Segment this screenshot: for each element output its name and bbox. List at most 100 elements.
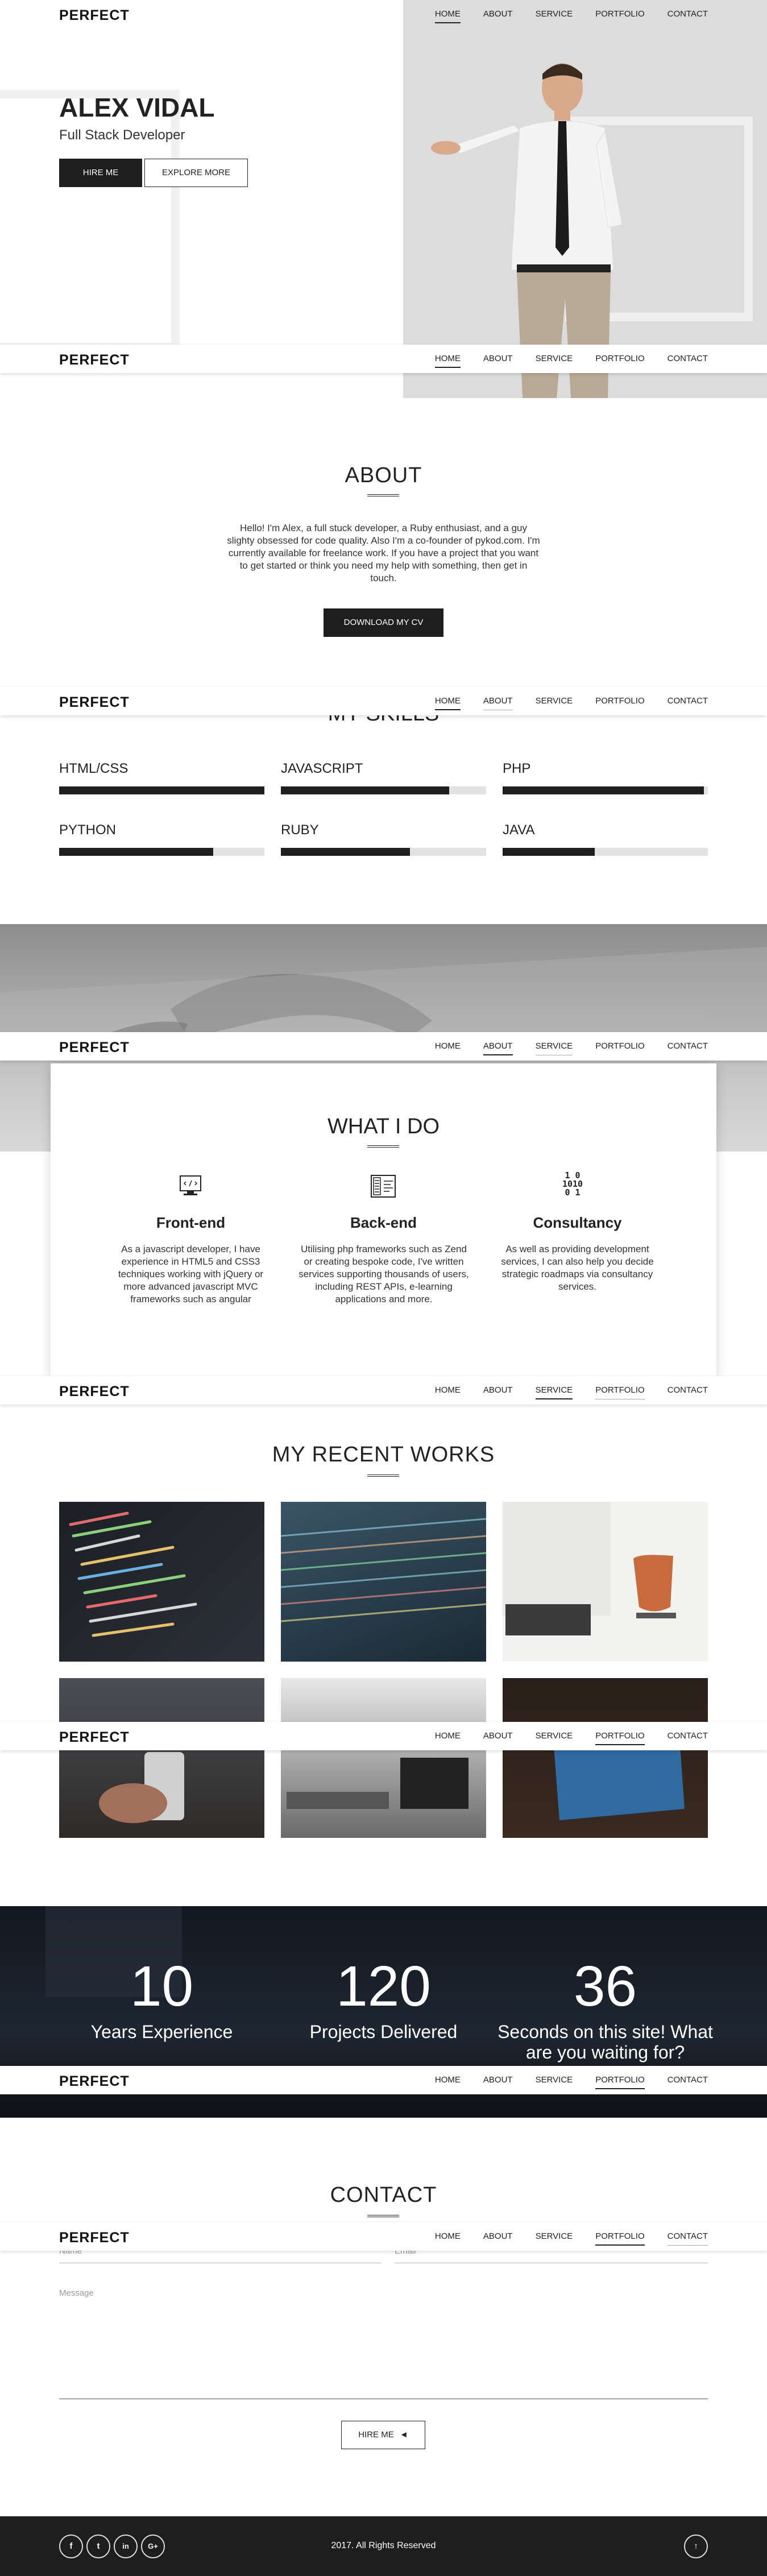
nav-service[interactable]: SERVICE [536, 696, 573, 710]
work-item-laptop-dark[interactable] [503, 1678, 708, 1838]
nav-contact[interactable]: CONTACT [668, 9, 708, 23]
contact-hire-label: HIRE ME [358, 2430, 394, 2440]
about-title: ABOUT [345, 463, 422, 487]
stat-projects-number: 120 [336, 1954, 431, 2018]
nav-portfolio[interactable]: PORTFOLIO [595, 1041, 644, 1055]
nav-home[interactable]: HOME [435, 2075, 461, 2089]
work-image [99, 1752, 184, 1823]
nav-links: HOME ABOUT SERVICE PORTFOLIO CONTACT [412, 1041, 708, 1055]
work-image [503, 1502, 676, 1635]
nav-about[interactable]: ABOUT [483, 1731, 513, 1745]
nav-service[interactable]: SERVICE [536, 2231, 573, 2246]
nav-about[interactable]: ABOUT [483, 2075, 513, 2089]
nav-contact[interactable]: CONTACT [668, 2075, 708, 2089]
skill-label: HTML/CSS [59, 761, 128, 776]
nav-portfolio[interactable]: PORTFOLIO [595, 354, 644, 368]
nav-home[interactable]: HOME [434, 354, 461, 368]
nav-contact[interactable]: CONTACT [668, 354, 708, 368]
logo[interactable]: PERFECT [59, 2230, 130, 2246]
service-text-backend: Utilising php frameworks such as Zend or… [298, 1244, 469, 1304]
nav-bar-sticky: PERFECT HOME ABOUT SERVICE PORTFOLIO CON… [0, 2066, 767, 2094]
nav-portfolio[interactable]: PORTFOLIO [595, 9, 644, 23]
skill-bar-fill [503, 786, 704, 794]
service-title-consultancy: Consultancy [533, 1214, 622, 1231]
work-item-desk-laptop[interactable] [281, 1678, 486, 1838]
stat-projects-label: Projects Delivered [309, 2022, 458, 2042]
nav-links: HOME ABOUT SERVICE PORTFOLIO CONTACT [412, 2231, 708, 2246]
nav-portfolio[interactable]: PORTFOLIO [595, 2231, 645, 2246]
explore-more-button[interactable]: EXPLORE MORE [144, 159, 248, 187]
stat-seconds-number: 36 [573, 1954, 637, 2018]
logo[interactable]: PERFECT [59, 2073, 130, 2090]
title-divider [367, 1145, 399, 1148]
nav-contact[interactable]: CONTACT [668, 1041, 708, 1055]
logo[interactable]: PERFECT [59, 694, 130, 711]
nav-home[interactable]: HOME [435, 1385, 461, 1399]
email-label: Email [395, 2251, 416, 2256]
email-field[interactable]: Email [395, 2251, 708, 2263]
logo[interactable]: PERFECT [59, 1729, 130, 1746]
nav-portfolio[interactable]: PORTFOLIO [595, 1731, 645, 1745]
nav-about[interactable]: ABOUT [483, 696, 513, 710]
nav-portfolio[interactable]: PORTFOLIO [595, 2075, 645, 2089]
send-icon: ◄ [399, 2430, 408, 2440]
skill-label: PYTHON [59, 822, 117, 838]
nav-links: HOME ABOUT SERVICE PORTFOLIO CONTACT [412, 1385, 708, 1399]
work-item-phone[interactable] [59, 1678, 264, 1838]
services-card: WHAT I DO Front-end As a javascript deve… [51, 1063, 716, 1376]
nav-links: HOME ABOUT SERVICE PORTFOLIO CONTACT [412, 9, 708, 23]
skill-bar-fill [503, 848, 595, 856]
nav-about[interactable]: ABOUT [483, 1041, 513, 1055]
scroll-top-icon[interactable]: ↑ [684, 2534, 708, 2558]
nav-home[interactable]: HOME [435, 2231, 461, 2246]
server-code-icon [371, 1175, 396, 1198]
nav-contact[interactable]: CONTACT [668, 1731, 708, 1745]
hero-role: Full Stack Developer [59, 127, 185, 143]
nav-home[interactable]: HOME [434, 696, 461, 710]
nav-home[interactable]: HOME [435, 1731, 461, 1745]
work-image [69, 1511, 197, 1637]
skill-label: RUBY [281, 822, 319, 838]
service-text-consultancy: As well as providing development service… [501, 1244, 654, 1292]
nav-about[interactable]: ABOUT [483, 354, 513, 368]
nav-contact[interactable]: CONTACT [668, 1385, 708, 1399]
logo[interactable]: PERFECT [59, 7, 130, 24]
message-field[interactable]: Message [59, 2288, 708, 2399]
nav-contact[interactable]: CONTACT [668, 696, 708, 710]
work-item-laptop-mug[interactable] [503, 1502, 708, 1662]
nav-service[interactable]: SERVICE [535, 1041, 573, 1055]
logo[interactable]: PERFECT [59, 352, 130, 368]
nav-home[interactable]: HOME [435, 1041, 461, 1055]
stat-years-number: 10 [130, 1954, 194, 2018]
hero-name: ALEX VIDAL [59, 93, 215, 122]
message-label: Message [59, 2288, 94, 2298]
nav-service[interactable]: SERVICE [536, 2075, 573, 2089]
hire-me-button[interactable]: HIRE ME [59, 159, 142, 187]
contact-hire-button[interactable]: HIRE ME ◄ [341, 2421, 425, 2449]
download-cv-button[interactable]: DOWNLOAD MY CV [324, 608, 443, 637]
skill-bar-fill [59, 848, 213, 856]
work-item-code-editor[interactable] [59, 1502, 264, 1662]
nav-contact[interactable]: CONTACT [667, 2231, 708, 2246]
title-divider [367, 1475, 399, 1477]
title-divider [367, 494, 399, 496]
nav-service[interactable]: SERVICE [536, 9, 573, 23]
nav-portfolio[interactable]: PORTFOLIO [595, 696, 644, 710]
nav-service[interactable]: SERVICE [536, 354, 573, 368]
skill-bar-track [281, 848, 486, 856]
name-field[interactable]: Name [59, 2251, 381, 2263]
footer: f t in G+ 2017. All Rights Reserved ↑ [0, 2516, 767, 2576]
work-item-data-screen[interactable] [281, 1502, 486, 1662]
nav-about[interactable]: ABOUT [483, 1385, 513, 1399]
nav-service[interactable]: SERVICE [536, 1731, 573, 1745]
nav-service[interactable]: SERVICE [535, 1385, 573, 1399]
nav-about[interactable]: ABOUT [483, 2231, 513, 2246]
nav-about[interactable]: ABOUT [483, 9, 513, 23]
nav-portfolio[interactable]: PORTFOLIO [595, 1385, 645, 1399]
nav-home[interactable]: HOME [434, 9, 461, 23]
work-image [554, 1729, 685, 1820]
logo[interactable]: PERFECT [59, 1039, 130, 1056]
logo[interactable]: PERFECT [59, 1384, 130, 1400]
about-text: Hello! I'm Alex, a full stuck developer,… [227, 523, 540, 583]
skill-bar-fill [59, 786, 264, 794]
